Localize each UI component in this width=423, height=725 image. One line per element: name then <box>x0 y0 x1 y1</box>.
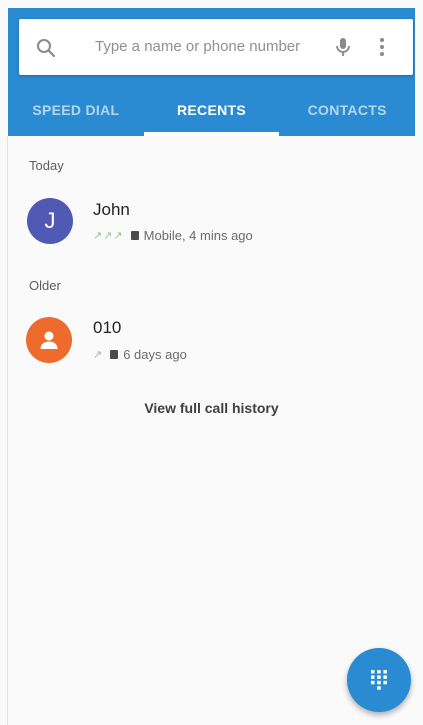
section-label-older: Older <box>29 278 61 293</box>
mic-icon[interactable] <box>333 36 353 58</box>
avatar-letter: J <box>44 208 56 233</box>
avatar <box>26 317 72 363</box>
search-icon[interactable] <box>35 37 57 59</box>
tab-contacts[interactable]: CONTACTS <box>279 88 415 136</box>
outgoing-call-icon: ↗ <box>93 349 104 361</box>
sim-card-icon <box>130 231 139 240</box>
person-icon <box>40 331 58 349</box>
avatar: J <box>27 198 73 244</box>
tab-speed-dial[interactable]: SPEED DIAL <box>8 88 144 136</box>
dialpad-button[interactable] <box>347 648 411 712</box>
call-detail-text: 6 days ago <box>123 347 187 362</box>
contact-name: John <box>93 200 130 219</box>
contact-name: 010 <box>93 318 122 337</box>
dialpad-icon <box>371 670 387 690</box>
search-input[interactable]: Type a name or phone number <box>95 19 300 75</box>
call-detail-text: Mobile, 4 mins ago <box>143 228 253 243</box>
divider <box>7 136 8 725</box>
tab-bar: SPEED DIAL RECENTS CONTACTS <box>8 88 415 136</box>
more-vert-icon[interactable] <box>376 35 388 59</box>
section-label-today: Today <box>29 158 64 173</box>
tab-recents[interactable]: RECENTS <box>143 88 280 136</box>
call-details: ↗↗↗ Mobile, 4 mins ago <box>93 228 253 243</box>
view-full-call-history-link[interactable]: View full call history <box>0 400 423 416</box>
outgoing-call-icon: ↗↗↗ <box>93 230 124 242</box>
sim-card-icon <box>110 350 119 359</box>
search-bar[interactable]: Type a name or phone number <box>19 19 413 75</box>
call-details: ↗ 6 days ago <box>93 347 187 362</box>
